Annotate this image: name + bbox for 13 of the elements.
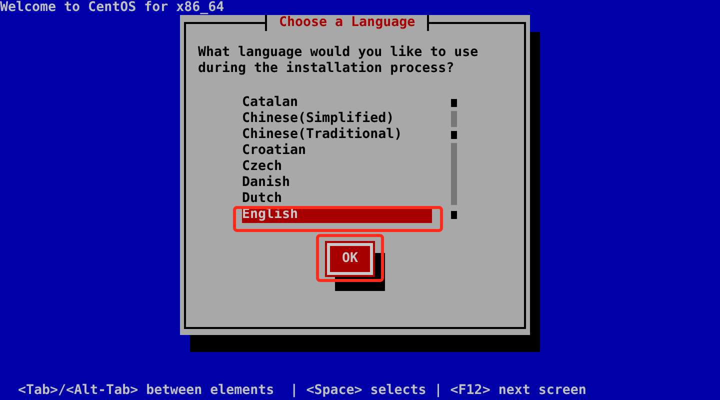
language-item[interactable]: Catalan: [242, 95, 432, 111]
highlight-frame: [316, 234, 384, 282]
language-item[interactable]: Chinese(Traditional): [242, 127, 432, 143]
header-title: Welcome to CentOS for x86_64: [0, 0, 224, 16]
language-item[interactable]: Danish: [242, 175, 432, 191]
dialog-title: Choose a Language: [265, 15, 430, 31]
prompt-text: What language would you like to use during the installation process?: [198, 45, 480, 77]
language-item[interactable]: Dutch: [242, 191, 432, 207]
status-text: <Tab>/<Alt-Tab> between elements | <Space> selects | <F12> next screen: [18, 383, 586, 399]
ok-button[interactable]: OK: [325, 241, 375, 277]
language-item[interactable]: Croatian: [242, 143, 432, 159]
language-item[interactable]: Chinese(Simplified): [242, 111, 432, 127]
language-item[interactable]: Czech: [242, 159, 432, 175]
